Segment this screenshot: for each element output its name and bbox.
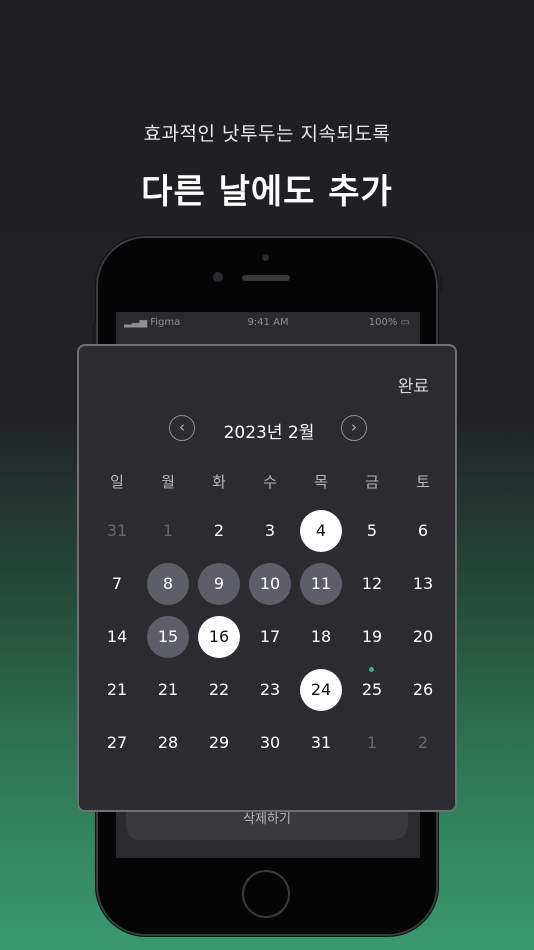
day-cell[interactable]: 10 bbox=[249, 563, 291, 605]
day-cell[interactable]: 21 bbox=[96, 669, 138, 711]
day-cell[interactable]: 13 bbox=[402, 563, 444, 605]
done-button[interactable]: 완료 bbox=[398, 372, 429, 397]
day-cell[interactable]: 1 bbox=[147, 510, 189, 552]
day-cell[interactable]: 6 bbox=[402, 510, 444, 552]
day-cell[interactable]: 12 bbox=[351, 563, 393, 605]
day-cell[interactable]: 20 bbox=[402, 616, 444, 658]
event-dot-icon bbox=[369, 667, 374, 672]
weekday-label: 화 bbox=[212, 473, 226, 491]
power-button bbox=[438, 276, 442, 292]
day-cell[interactable]: 1 bbox=[351, 722, 393, 764]
day-cell[interactable]: 27 bbox=[96, 722, 138, 764]
day-cell[interactable]: 2 bbox=[402, 722, 444, 764]
subtitle: 효과적인 낫투두는 지속되도록 bbox=[143, 123, 391, 145]
day-cell[interactable]: 24 bbox=[300, 669, 342, 711]
day-cell[interactable]: 11 bbox=[300, 563, 342, 605]
day-cell[interactable]: 2 bbox=[198, 510, 240, 552]
day-cell[interactable]: 18 bbox=[300, 616, 342, 658]
chevron-right-icon[interactable]: › bbox=[341, 415, 367, 441]
day-cell[interactable]: 9 bbox=[198, 563, 240, 605]
sensor-icon bbox=[262, 254, 269, 261]
day-cell[interactable]: 3 bbox=[249, 510, 291, 552]
weekday-label: 금 bbox=[365, 473, 379, 491]
day-cell[interactable]: 26 bbox=[402, 669, 444, 711]
day-cell[interactable]: 25 bbox=[351, 667, 393, 711]
day-cell[interactable]: 17 bbox=[249, 616, 291, 658]
weekday-label: 월 bbox=[161, 473, 175, 491]
weekday-label: 일 bbox=[110, 473, 124, 491]
month-label: 2023년 2월 bbox=[223, 423, 315, 443]
day-cell[interactable]: 28 bbox=[147, 722, 189, 764]
mute-switch bbox=[92, 322, 96, 344]
speaker-grille bbox=[242, 275, 290, 281]
day-cell[interactable]: 30 bbox=[249, 722, 291, 764]
camera-icon bbox=[213, 272, 223, 282]
day-cell[interactable]: 14 bbox=[96, 616, 138, 658]
day-cell[interactable]: 31 bbox=[300, 722, 342, 764]
day-cell[interactable]: 23 bbox=[249, 669, 291, 711]
day-cell[interactable]: 19 bbox=[351, 616, 393, 658]
day-cell[interactable]: 5 bbox=[351, 510, 393, 552]
day-cell[interactable]: 21 bbox=[147, 669, 189, 711]
day-cell[interactable]: 4 bbox=[300, 510, 342, 552]
day-cell[interactable]: 29 bbox=[198, 722, 240, 764]
page-title: 다른 날에도 추가 bbox=[141, 172, 393, 212]
weekday-label: 목 bbox=[314, 473, 328, 491]
day-cell[interactable]: 15 bbox=[147, 616, 189, 658]
weekday-label: 수 bbox=[263, 473, 277, 491]
day-cell[interactable]: 31 bbox=[96, 510, 138, 552]
weekday-label: 토 bbox=[416, 473, 430, 491]
calendar-modal: 완료 ‹ 2023년 2월 › 일 월 화 수 목 금 토 31 1 2 3 4 5 6 7 8 9 10 11 12… bbox=[77, 344, 457, 812]
day-cell[interactable]: 8 bbox=[147, 563, 189, 605]
day-cell[interactable]: 22 bbox=[198, 669, 240, 711]
day-cell[interactable]: 7 bbox=[96, 563, 138, 605]
status-bar: ▂▃▅ Figma 9:41 AM 100% ▭ bbox=[116, 312, 420, 332]
day-cell[interactable]: 16 bbox=[198, 616, 240, 658]
battery-indicator: 100% ▭ bbox=[368, 317, 410, 328]
home-button[interactable] bbox=[242, 870, 290, 918]
